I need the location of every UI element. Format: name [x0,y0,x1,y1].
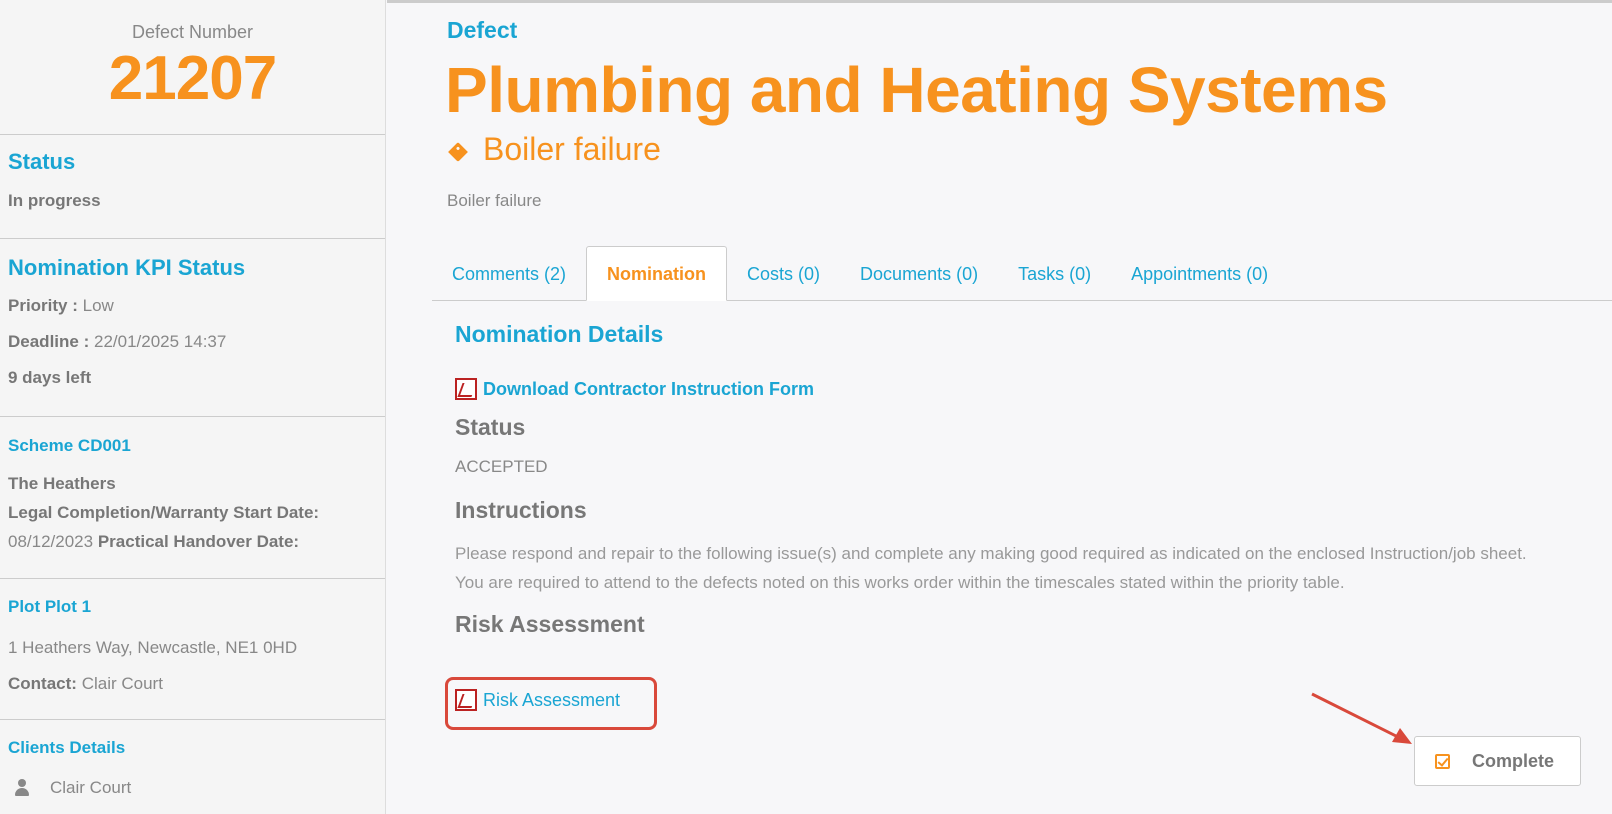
risk-link-label[interactable]: Risk Assessment [483,690,620,711]
plot-section: Plot Plot 1 1 Heathers Way, Newcastle, N… [0,579,385,720]
status-value: In progress [8,191,101,210]
status-section: Status In progress [0,135,385,239]
download-instruction-link[interactable]: Download Contractor Instruction Form [455,378,1575,400]
pdf-icon [455,689,477,711]
subtitle-text: Boiler failure [483,131,661,167]
risk-heading: Risk Assessment [455,611,645,637]
clients-heading[interactable]: Clients Details [8,738,377,758]
page-title: Plumbing and Heating Systems [445,54,1388,126]
kpi-heading: Nomination KPI Status [8,255,246,280]
defect-label: Defect [447,17,518,43]
risk-assessment-link[interactable]: Risk Assessment [455,689,620,711]
deadline-row: Deadline : 22/01/2025 14:37 [8,331,377,367]
tab-documents[interactable]: Documents (0) [840,248,998,300]
legal-value: 08/12/2023 [8,532,94,551]
handover-row: 08/12/2023 Practical Handover Date: [8,527,377,556]
complete-button[interactable]: Complete [1414,736,1581,786]
days-left: 9 days left [8,368,92,387]
contact-value: Clair Court [81,674,163,693]
check-icon [1435,753,1450,769]
nomination-content: Nomination Details Download Contractor I… [455,321,1575,638]
legal-label: Legal Completion/Warranty Start Date: [8,503,320,522]
nomination-status-value: ACCEPTED [455,457,548,476]
instructions-heading: Instructions [455,497,587,523]
tab-bar: Comments (2) Nomination Costs (0) Docume… [432,246,1612,301]
complete-label: Complete [1472,750,1555,771]
tab-appointments[interactable]: Appointments (0) [1111,248,1288,300]
tab-tasks[interactable]: Tasks (0) [998,248,1111,300]
download-link-label[interactable]: Download Contractor Instruction Form [483,379,814,400]
pdf-icon [455,378,477,400]
priority-value: Low [82,296,114,315]
plot-heading[interactable]: Plot Plot 1 [8,597,377,617]
tab-nomination[interactable]: Nomination [586,246,728,301]
deadline-value: 22/01/2025 14:37 [93,332,227,351]
contact-label: Contact: [8,674,77,693]
status-heading: Status [8,149,76,174]
priority-row: Priority : Low [8,295,377,331]
contact-row: Contact: Clair Court [8,673,377,709]
tab-costs[interactable]: Costs (0) [727,248,840,300]
scheme-section: Scheme CD001 The Heathers Legal Completi… [0,417,385,579]
client-row: Clair Court [8,778,377,798]
deadline-label: Deadline : [8,332,90,351]
defect-description: Boiler failure [447,191,542,210]
defect-number-block: Defect Number 21207 [0,0,385,135]
kpi-section: Nomination KPI Status Priority : Low Dea… [0,239,385,417]
sidebar: Defect Number 21207 Status In progress N… [0,0,386,814]
nomination-title: Nomination Details [455,321,664,347]
annotation-arrow [1311,692,1412,744]
person-icon [14,779,30,797]
tag-icon [448,141,468,162]
legal-completion: Legal Completion/Warranty Start Date: [8,498,377,527]
handover-label: Practical Handover Date: [97,532,300,551]
scheme-heading[interactable]: Scheme CD001 [8,435,377,457]
tab-comments[interactable]: Comments (2) [432,248,586,300]
scheme-name: The Heathers [8,474,116,493]
client-name: Clair Court [50,778,132,797]
plot-address: 1 Heathers Way, Newcastle, NE1 0HD [8,638,298,657]
instructions-text: Please respond and repair to the followi… [455,544,1527,592]
nomination-status-heading: Status [455,414,526,440]
defect-subtitle: Boiler failure [447,131,661,168]
priority-label: Priority : [8,296,78,315]
clients-section: Clients Details Clair Court [0,720,385,798]
defect-number: 21207 [108,44,277,113]
defect-number-label: Defect Number [131,22,254,42]
